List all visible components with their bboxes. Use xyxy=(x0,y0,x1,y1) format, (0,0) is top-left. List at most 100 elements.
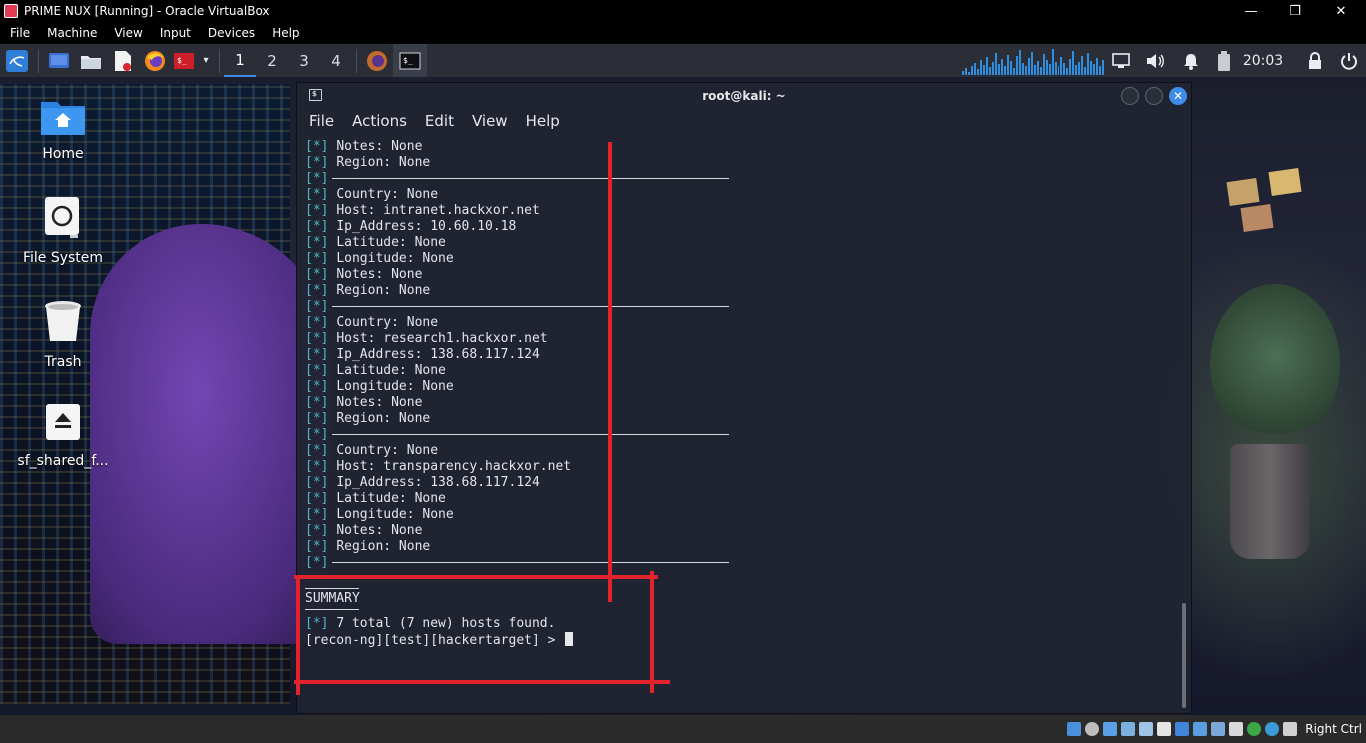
output-line: [*] Notes: None xyxy=(305,395,1175,411)
cpu-icon[interactable] xyxy=(1211,722,1226,736)
bullet: [*] xyxy=(305,523,329,538)
terminal-task-icon[interactable]: $_ xyxy=(393,44,427,77)
notifications-icon[interactable] xyxy=(1178,44,1204,77)
desktop-icon-filesystem[interactable]: File System xyxy=(15,196,111,266)
bullet: [*] xyxy=(305,283,329,298)
net-graph-bar xyxy=(973,63,976,75)
output-text: Country: None xyxy=(336,443,439,458)
workspace-4[interactable]: 4 xyxy=(320,44,352,77)
output-line: [*] Country: None xyxy=(305,443,1175,459)
terminal-scrollbar[interactable] xyxy=(1182,603,1186,708)
terminal-menu-actions[interactable]: Actions xyxy=(340,112,413,130)
terminal-menu-help[interactable]: Help xyxy=(514,112,566,130)
minimize-button[interactable]: — xyxy=(1228,0,1274,22)
terminal-maximize-button[interactable] xyxy=(1145,87,1163,105)
output-text: Longitude: None xyxy=(336,251,454,266)
keyboard-capture-icon[interactable] xyxy=(1229,722,1244,736)
output-text: Latitude: None xyxy=(336,235,446,250)
vbox-title-bar: PRIME NUX [Running] - Oracle VirtualBox … xyxy=(0,0,1366,22)
workspace-2[interactable]: 2 xyxy=(256,44,288,77)
net-graph-bar xyxy=(997,64,1000,75)
separator-rule xyxy=(332,178,730,179)
mouse-pointer-icon[interactable] xyxy=(1283,722,1298,736)
audio-icon[interactable] xyxy=(1103,722,1118,736)
net-graph-bar xyxy=(988,67,991,75)
bullet: [*] xyxy=(305,539,329,554)
net-graph-bar xyxy=(1051,49,1054,75)
desktop-icon-label: sf_shared_f... xyxy=(17,453,109,469)
bullet: [*] xyxy=(305,379,329,394)
net-graph-bar xyxy=(1003,66,1006,75)
bullet: [*] xyxy=(305,251,329,266)
panel-clock[interactable]: 20:03 xyxy=(1240,44,1286,77)
terminal-close-button[interactable]: ✕ xyxy=(1169,87,1187,105)
net-graph-bar xyxy=(1006,55,1009,75)
desktop-icon-home[interactable]: Home xyxy=(15,96,111,162)
net-graph-bar xyxy=(1027,58,1030,75)
firefox-icon[interactable] xyxy=(139,44,171,77)
terminal-minimize-button[interactable] xyxy=(1121,87,1139,105)
output-line: [*] Ip_Address: 138.68.117.124 xyxy=(305,347,1175,363)
firefox-task-icon[interactable] xyxy=(361,44,393,77)
network-adapter-icon[interactable] xyxy=(1121,722,1136,736)
lock-icon[interactable] xyxy=(1302,44,1328,77)
output-line: [*] Region: None xyxy=(305,539,1175,555)
desktop-icon-shared-folder[interactable]: sf_shared_f... xyxy=(15,403,111,469)
power-icon[interactable] xyxy=(1336,44,1362,77)
workspace-1[interactable]: 1 xyxy=(224,44,256,77)
recording-icon[interactable] xyxy=(1193,722,1208,736)
terminal-icon[interactable]: $_ xyxy=(171,44,197,77)
terminal-menu-view[interactable]: View xyxy=(460,112,514,130)
display-icon[interactable] xyxy=(1175,722,1190,736)
net-graph-bar xyxy=(985,57,988,75)
text-editor-icon[interactable] xyxy=(107,44,139,77)
vbox-menu-machine[interactable]: Machine xyxy=(37,26,104,40)
separator-line: [*] xyxy=(305,555,1175,571)
vbox-menu-input[interactable]: Input xyxy=(150,26,198,40)
guest-additions-icon[interactable] xyxy=(1265,722,1280,736)
output-line: [*] Latitude: None xyxy=(305,491,1175,507)
bullet: [*] xyxy=(305,203,329,218)
mouse-integration-icon[interactable] xyxy=(1247,722,1262,736)
vbox-menu-help[interactable]: Help xyxy=(262,26,306,40)
annotation-red-vertical-line xyxy=(608,142,612,602)
vbox-menu-devices[interactable]: Devices xyxy=(198,26,262,40)
terminal-menu-edit[interactable]: Edit xyxy=(413,112,460,130)
filesystem-icon xyxy=(15,196,111,244)
net-graph-bar xyxy=(1078,62,1081,75)
kali-menu-icon[interactable] xyxy=(0,44,34,77)
show-desktop-icon[interactable] xyxy=(43,44,75,77)
output-text: Notes: None xyxy=(336,395,423,410)
terminal-menu-file[interactable]: File xyxy=(297,112,340,130)
dropdown-chevron-icon[interactable]: ▾ xyxy=(197,44,215,77)
desktop-icon-label: Trash xyxy=(44,354,82,370)
close-button[interactable]: ✕ xyxy=(1318,0,1364,22)
bullet: [*] xyxy=(305,491,329,506)
output-text: Ip_Address: 10.60.10.18 xyxy=(336,219,517,234)
eject-drive-icon xyxy=(15,403,111,447)
vbox-status-bar: Right Ctrl xyxy=(0,715,1366,743)
output-line: [*] Country: None xyxy=(305,187,1175,203)
terminal-title-bar[interactable]: $ root@kali: ~ ✕ xyxy=(297,83,1191,109)
prompt-line[interactable]: [recon-ng][test][hackertarget] > xyxy=(305,632,1175,648)
workspace-3[interactable]: 3 xyxy=(288,44,320,77)
bullet: [*] xyxy=(305,411,329,426)
shared-folders-icon[interactable] xyxy=(1157,722,1172,736)
vbox-menu-file[interactable]: File xyxy=(0,26,37,40)
desktop-icon-trash[interactable]: Trash xyxy=(15,300,111,370)
output-line: [*] Region: None xyxy=(305,283,1175,299)
terminal-window-icon: $ xyxy=(309,89,322,101)
optical-drive-icon[interactable] xyxy=(1085,722,1100,736)
restore-button[interactable]: ❐ xyxy=(1272,0,1318,22)
home-folder-icon xyxy=(15,96,111,140)
output-text: Ip_Address: 138.68.117.124 xyxy=(336,347,540,362)
volume-icon[interactable] xyxy=(1142,44,1168,77)
file-manager-icon[interactable] xyxy=(75,44,107,77)
annotation-red-right-line xyxy=(650,571,654,693)
network-icon[interactable] xyxy=(1108,44,1134,77)
vbox-menu-view[interactable]: View xyxy=(104,26,149,40)
summary-rule xyxy=(305,609,359,610)
usb-icon[interactable] xyxy=(1139,722,1154,736)
hard-disk-icon[interactable] xyxy=(1067,722,1082,736)
terminal-output[interactable]: [*] Notes: None [*] Region: None [*] [*] Co… xyxy=(305,139,1175,709)
